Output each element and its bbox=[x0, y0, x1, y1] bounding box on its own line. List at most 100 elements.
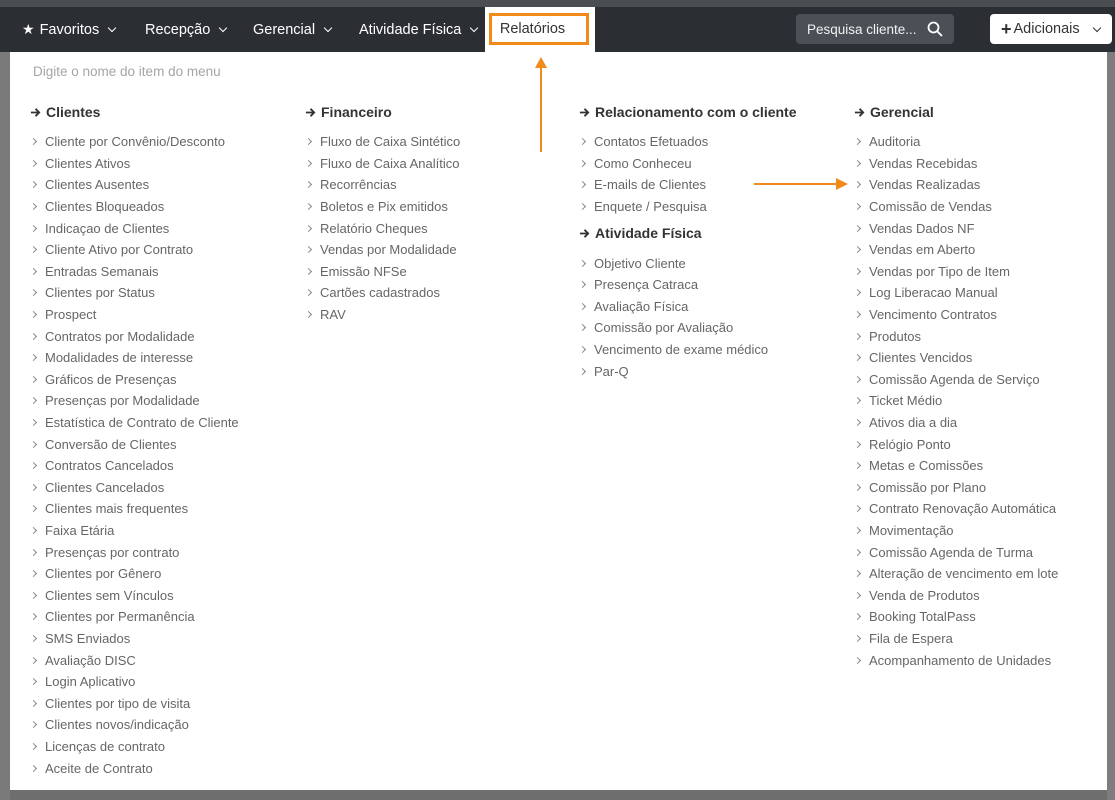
menu-item[interactable]: Boletos e Pix emitidos bbox=[304, 196, 460, 218]
menu-item[interactable]: Clientes Vencidos bbox=[853, 347, 1058, 369]
menu-item[interactable]: Produtos bbox=[853, 325, 1058, 347]
menu-item[interactable]: Ativos dia a dia bbox=[853, 412, 1058, 434]
menu-item[interactable]: Como Conheceu bbox=[578, 153, 797, 175]
chevron-right-icon bbox=[853, 505, 862, 513]
menu-item[interactable]: Avaliação Física bbox=[578, 296, 797, 318]
menu-item[interactable]: Recorrências bbox=[304, 174, 460, 196]
menu-item[interactable]: Login Aplicativo bbox=[29, 671, 239, 693]
menu-item[interactable]: Metas e Comissões bbox=[853, 455, 1058, 477]
menu-item[interactable]: Entradas Semanais bbox=[29, 261, 239, 283]
menu-item[interactable]: Log Liberacao Manual bbox=[853, 282, 1058, 304]
menu-item[interactable]: Vendas por Tipo de Item bbox=[853, 261, 1058, 283]
nav-gerencial[interactable]: Gerencial bbox=[253, 7, 333, 52]
menu-item[interactable]: Clientes Bloqueados bbox=[29, 196, 239, 218]
menu-item[interactable]: Cliente Ativo por Contrato bbox=[29, 239, 239, 261]
menu-item[interactable]: E-mails de Clientes bbox=[578, 174, 797, 196]
menu-item[interactable]: Vendas Realizadas bbox=[853, 174, 1058, 196]
menu-item[interactable]: Movimentação bbox=[853, 520, 1058, 542]
menu-item[interactable]: Indicaçao de Clientes bbox=[29, 217, 239, 239]
menu-item-label: Comissão de Vendas bbox=[869, 199, 992, 215]
menu-item[interactable]: Vendas em Aberto bbox=[853, 239, 1058, 261]
chevron-right-icon bbox=[29, 418, 38, 427]
menu-item[interactable]: Relógio Ponto bbox=[853, 433, 1058, 455]
menu-item[interactable]: Contratos por Modalidade bbox=[29, 325, 239, 347]
menu-item[interactable]: Comissão de Vendas bbox=[853, 196, 1058, 218]
chevron-right-icon bbox=[578, 181, 587, 189]
menu-item[interactable]: Presenças por contrato bbox=[29, 541, 239, 563]
menu-item[interactable]: Booking TotalPass bbox=[853, 606, 1058, 628]
menu-filter-input[interactable]: Digite o nome do item do menu bbox=[33, 64, 221, 79]
nav-relatorios[interactable]: Relatórios bbox=[489, 13, 589, 45]
menu-item[interactable]: Presença Catraca bbox=[578, 274, 797, 296]
menu-item[interactable]: Clientes Ativos bbox=[29, 153, 239, 175]
menu-item-label: Contatos Efetuados bbox=[594, 134, 709, 150]
menu-item[interactable]: Ticket Médio bbox=[853, 390, 1058, 412]
star-icon: ★ bbox=[22, 21, 35, 37]
menu-item[interactable]: Comissão Agenda de Turma bbox=[853, 541, 1058, 563]
menu-item[interactable]: RAV bbox=[304, 304, 460, 326]
menu-item[interactable]: Gráficos de Presenças bbox=[29, 369, 239, 391]
menu-item[interactable]: Objetivo Cliente bbox=[578, 252, 797, 274]
chevron-right-icon bbox=[29, 526, 38, 535]
menu-item[interactable]: Cliente por Convênio/Desconto bbox=[29, 131, 239, 153]
menu-item[interactable]: Clientes mais frequentes bbox=[29, 498, 239, 520]
menu-item[interactable]: Clientes Cancelados bbox=[29, 477, 239, 499]
chevron-right-icon bbox=[853, 224, 862, 232]
nav-favoritos[interactable]: ★ Favoritos bbox=[22, 7, 117, 52]
search-input[interactable]: Pesquisa cliente... bbox=[796, 14, 954, 44]
menu-item-label: SMS Enviados bbox=[45, 630, 131, 646]
menu-item[interactable]: Vencimento Contratos bbox=[853, 304, 1058, 326]
chevron-right-icon bbox=[29, 764, 38, 772]
menu-item[interactable]: Acompanhamento de Unidades bbox=[853, 649, 1058, 671]
menu-item[interactable]: Avaliação DISC bbox=[29, 649, 239, 671]
window-top-strip bbox=[0, 0, 1115, 7]
menu-item[interactable]: Auditoria bbox=[853, 131, 1058, 153]
menu-item[interactable]: SMS Enviados bbox=[29, 628, 239, 650]
menu-item[interactable]: Contratos Cancelados bbox=[29, 455, 239, 477]
menu-item[interactable]: Contrato Renovação Automática bbox=[853, 498, 1058, 520]
menu-item[interactable]: Emissão NFSe bbox=[304, 261, 460, 283]
chevron-right-icon bbox=[304, 289, 313, 297]
chevron-right-icon bbox=[29, 246, 38, 254]
menu-item[interactable]: Vencimento de exame médico bbox=[578, 339, 797, 361]
arrow-right-icon bbox=[305, 107, 316, 117]
menu-item-label: Comissão Agenda de Turma bbox=[869, 544, 1034, 560]
menu-item[interactable]: Contatos Efetuados bbox=[578, 131, 797, 153]
menu-item-label: Ticket Médio bbox=[869, 393, 943, 409]
menu-item[interactable]: Estatística de Contrato de Cliente bbox=[29, 412, 239, 434]
menu-item[interactable]: Aceite de Contrato bbox=[29, 757, 239, 779]
menu-item[interactable]: Vendas Recebidas bbox=[853, 153, 1058, 175]
menu-item[interactable]: Par-Q bbox=[578, 360, 797, 382]
menu-item[interactable]: Comissão por Avaliação bbox=[578, 317, 797, 339]
menu-item[interactable]: Licenças de contrato bbox=[29, 736, 239, 758]
menu-item[interactable]: Relatório Cheques bbox=[304, 217, 460, 239]
menu-item[interactable]: Conversão de Clientes bbox=[29, 433, 239, 455]
menu-item[interactable]: Cartões cadastrados bbox=[304, 282, 460, 304]
menu-item[interactable]: Fila de Espera bbox=[853, 628, 1058, 650]
search-icon[interactable] bbox=[927, 21, 943, 37]
menu-item[interactable]: Comissão por Plano bbox=[853, 477, 1058, 499]
menu-item[interactable]: Vendas Dados NF bbox=[853, 217, 1058, 239]
menu-item[interactable]: Clientes por Gênero bbox=[29, 563, 239, 585]
nav-recepcao[interactable]: Recepção bbox=[145, 7, 228, 52]
add-button[interactable]: + Adicionais bbox=[990, 14, 1112, 44]
menu-item[interactable]: Clientes por Permanência bbox=[29, 606, 239, 628]
menu-item[interactable]: Faixa Etária bbox=[29, 520, 239, 542]
menu-item[interactable]: Clientes Ausentes bbox=[29, 174, 239, 196]
menu-item[interactable]: Clientes sem Vínculos bbox=[29, 584, 239, 606]
menu-item[interactable]: Fluxo de Caixa Sintético bbox=[304, 131, 460, 153]
menu-item[interactable]: Vendas por Modalidade bbox=[304, 239, 460, 261]
menu-item[interactable]: Prospect bbox=[29, 304, 239, 326]
menu-item[interactable]: Presenças por Modalidade bbox=[29, 390, 239, 412]
menu-item[interactable]: Alteração de vencimento em lote bbox=[853, 563, 1058, 585]
menu-item[interactable]: Enquete / Pesquisa bbox=[578, 196, 797, 218]
menu-item[interactable]: Fluxo de Caixa Analítico bbox=[304, 153, 460, 175]
menu-item[interactable]: Venda de Produtos bbox=[853, 584, 1058, 606]
menu-item[interactable]: Comissão Agenda de Serviço bbox=[853, 369, 1058, 391]
chevron-right-icon bbox=[29, 440, 38, 448]
menu-item[interactable]: Clientes por Status bbox=[29, 282, 239, 304]
menu-item[interactable]: Clientes novos/indicação bbox=[29, 714, 239, 736]
menu-item[interactable]: Clientes por tipo de visita bbox=[29, 692, 239, 714]
menu-item[interactable]: Modalidades de interesse bbox=[29, 347, 239, 369]
nav-atividade-fisica[interactable]: Atividade Física bbox=[359, 7, 479, 52]
